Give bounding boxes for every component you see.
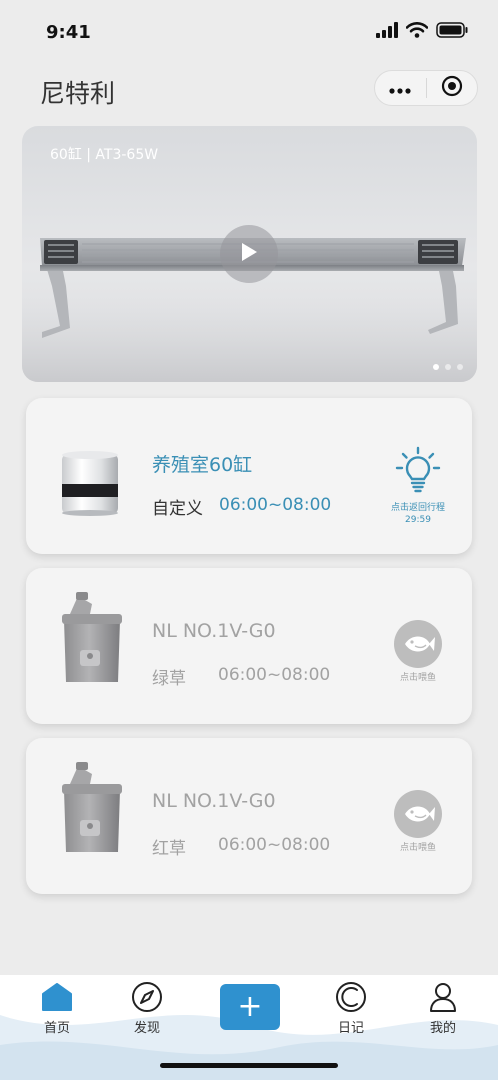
product-banner[interactable]: 60缸 | AT3-65W [22,126,477,382]
return-schedule-button[interactable]: 点击返回行程 29:59 [378,446,458,525]
device-name: NL NO.1V-G0 [152,790,276,812]
tab-profile[interactable]: 我的 [403,981,483,1036]
tab-label: 日记 [337,1021,364,1036]
bulb-icon [395,446,441,498]
device-mode: 绿草 [152,669,186,689]
profile-icon [403,981,483,1013]
mini-program-capsule [374,70,478,106]
device-card[interactable]: NL NO.1V-G0 绿草 06:00~08:00 点击喂鱼 [26,568,472,724]
pagination-dot[interactable] [445,364,451,370]
diary-icon [311,981,391,1013]
cylinder-light-image [56,448,124,522]
play-button[interactable] [220,225,278,283]
home-icon [17,981,97,1013]
status-icons [376,22,468,42]
page-title: 尼特利 [40,79,116,108]
tab-home[interactable]: 首页 [17,981,97,1036]
action-label: 点击喂鱼 [399,673,436,683]
pagination-dot[interactable] [457,364,463,370]
device-schedule-time: 06:00~08:00 [218,835,331,855]
action-label: 点击返回行程 [390,503,445,513]
device-name: 养殖室60缸 [152,454,253,476]
status-bar: 9:41 [0,0,498,64]
tab-diary[interactable]: 日记 [311,981,391,1036]
tab-label: 我的 [429,1021,456,1036]
add-device-button[interactable]: + [220,984,280,1030]
fish-icon [394,620,442,668]
pagination-dot[interactable] [433,364,439,370]
signal-icon [376,22,398,42]
battery-icon [436,22,468,42]
banner-caption: 60缸 | AT3-65W [50,147,159,163]
feed-fish-button[interactable]: 点击喂鱼 [378,620,458,683]
play-icon [239,241,259,267]
device-schedule-time: 06:00~08:00 [219,495,332,515]
status-time: 9:41 [46,22,91,43]
device-card[interactable]: NL NO.1V-G0 红草 06:00~08:00 点击喂鱼 [26,738,472,894]
feed-fish-button[interactable]: 点击喂鱼 [378,790,458,853]
device-card[interactable]: 养殖室60缸 自定义 06:00~08:00 点击返回行程 29:59 [26,398,472,554]
tab-discover[interactable]: 发现 [107,981,187,1036]
wifi-icon [405,22,429,42]
feeder-image [56,760,128,864]
device-mode: 自定义 [152,499,203,519]
compass-icon [107,981,187,1013]
device-name: NL NO.1V-G0 [152,620,276,642]
device-mode: 红草 [152,839,186,859]
tab-label: 发现 [133,1021,160,1036]
home-indicator [160,1063,338,1068]
target-icon [441,75,463,101]
close-button[interactable] [426,71,477,105]
banner-pagination [433,364,463,370]
feeder-image [56,590,128,694]
more-dots-icon [389,79,411,98]
action-label: 点击喂鱼 [399,843,436,853]
fish-icon [394,790,442,838]
countdown-text: 29:59 [405,515,431,525]
more-button[interactable] [375,71,426,105]
tab-label: 首页 [43,1021,70,1036]
device-schedule-time: 06:00~08:00 [218,665,331,685]
